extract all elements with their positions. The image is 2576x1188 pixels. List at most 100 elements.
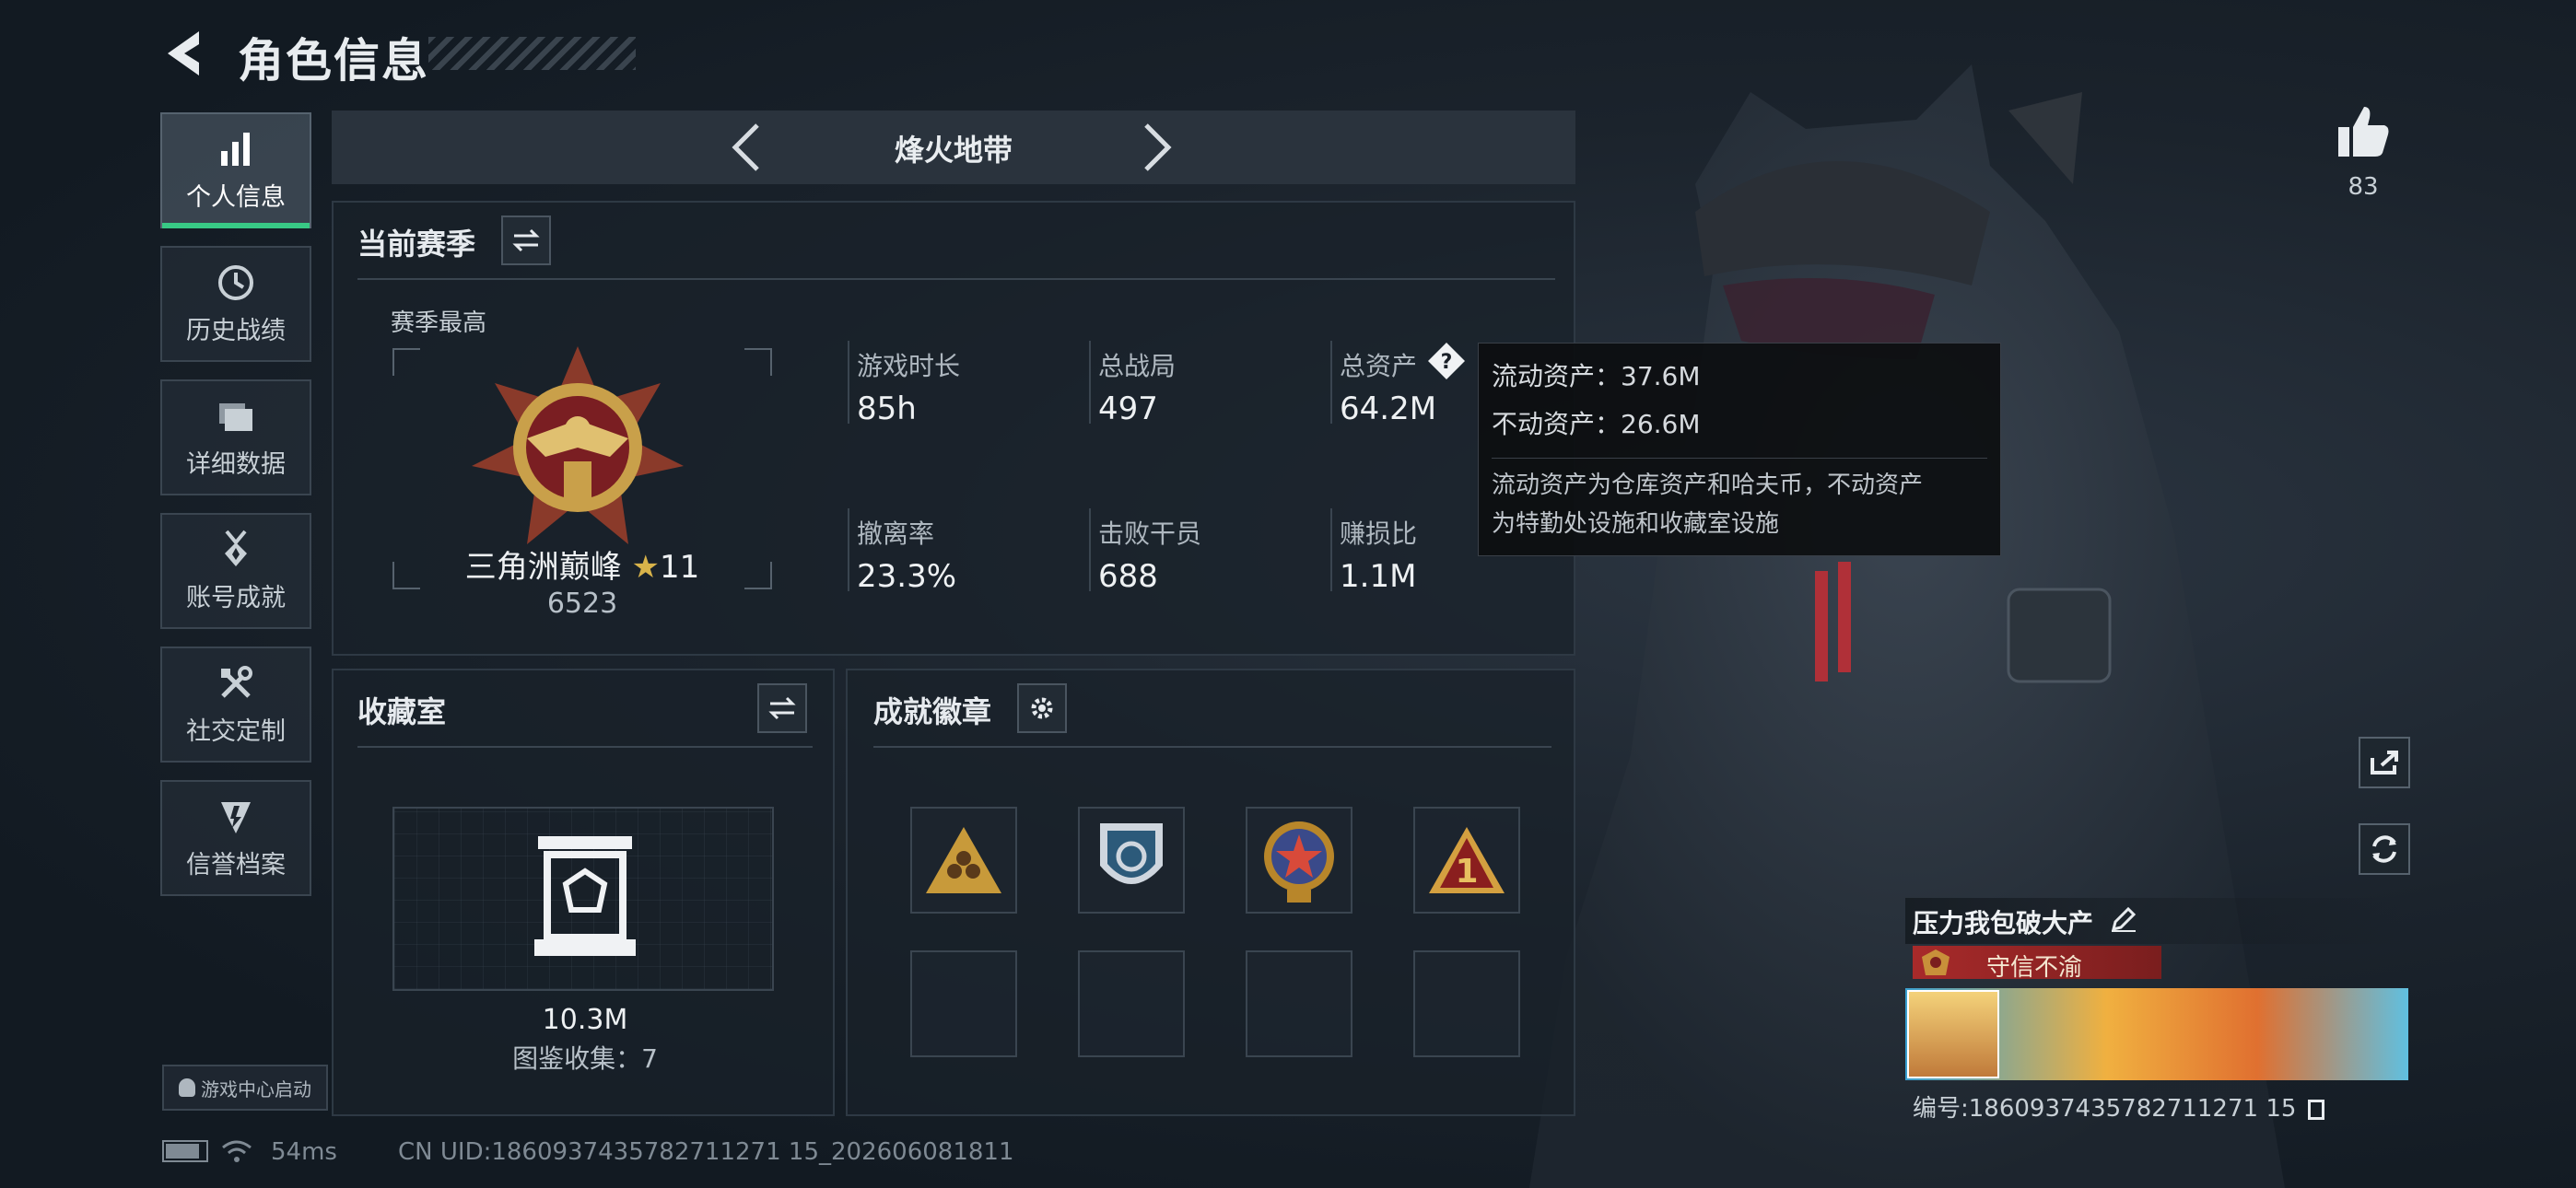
edit-name-icon[interactable]: [2110, 905, 2137, 933]
ping-text: 54ms: [271, 1138, 337, 1166]
clock-icon: [218, 264, 253, 300]
collection-title: 收藏室: [357, 694, 447, 729]
battery-icon: [162, 1140, 208, 1162]
collection-switch-button[interactable]: [757, 683, 807, 733]
badge-slot-empty[interactable]: [1078, 950, 1185, 1057]
sidebar-item-label: 社交定制: [186, 716, 286, 746]
svg-text:?: ?: [1441, 351, 1453, 374]
stat-value: 497: [1098, 390, 1158, 427]
display-case-icon: [534, 836, 636, 956]
stat-label: 赚损比: [1340, 518, 1418, 549]
asset-tooltip: 流动资产：37.6M 不动资产：26.6M 流动资产为仓库资产和哈夫币，不动资产…: [1478, 343, 2001, 556]
game-center-launch-button[interactable]: 游戏中心启动: [162, 1065, 328, 1111]
player-id: 编号:1860937435782711271 15: [1913, 1089, 2324, 1124]
sidebar-item-detail-data[interactable]: 详细数据: [160, 379, 311, 495]
rank-stars: 11: [660, 549, 700, 586]
badge-slot[interactable]: [1246, 807, 1352, 914]
badges-title: 成就徽章: [873, 694, 992, 729]
sidebar-item-social[interactable]: 社交定制: [160, 646, 311, 763]
badge-slot[interactable]: 1: [1413, 807, 1520, 914]
avatar[interactable]: [1907, 990, 1999, 1078]
sidebar-item-credit[interactable]: 信誉档案: [160, 780, 311, 896]
sidebar-item-label: 个人信息: [186, 182, 286, 212]
qq-icon: [179, 1078, 195, 1097]
badge-slot-empty[interactable]: [1413, 950, 1520, 1057]
sidebar-item-label: 账号成就: [186, 583, 286, 612]
stat-value: 688: [1098, 558, 1158, 595]
star-medal-badge-icon: [1264, 821, 1334, 903]
triangle-team-badge-icon: [926, 827, 1001, 893]
season-switch-button[interactable]: [501, 215, 551, 265]
badge-slot-empty[interactable]: [910, 950, 1017, 1057]
copy-icon[interactable]: [2307, 1099, 2324, 1120]
mode-name: 烽火地带: [894, 133, 1013, 168]
stat-label: 总资产: [1340, 351, 1418, 381]
title-decoration: [428, 37, 636, 70]
badges-settings-button[interactable]: [1017, 683, 1067, 733]
collection-display[interactable]: [392, 807, 774, 991]
profile-banner: [1905, 988, 2408, 1080]
wifi-icon: [222, 1140, 252, 1162]
rank-name-row: 三角洲巅峰 ★11: [392, 542, 772, 587]
star-icon: ★: [631, 549, 661, 586]
badge-slot[interactable]: [1078, 807, 1185, 914]
collection-value: 10.3M: [542, 1004, 628, 1036]
divider: [873, 746, 1551, 748]
tooltip-fixed-assets: 不动资产：26.6M: [1492, 409, 1701, 439]
tooltip-liquid-assets: 流动资产：37.6M: [1492, 361, 1701, 391]
stat-label: 击败干员: [1098, 518, 1202, 549]
tooltip-desc-line: 为特勤处设施和收藏室设施: [1492, 510, 1780, 538]
medal-icon: [225, 530, 247, 566]
stat-value: 64.2M: [1340, 390, 1437, 427]
question-icon: ?: [1428, 343, 1465, 379]
asset-help-button[interactable]: ?: [1428, 343, 1465, 379]
share-icon: [2371, 751, 2398, 775]
badge-slot[interactable]: [910, 807, 1017, 914]
stat-value: 23.3%: [857, 558, 957, 595]
refresh-button[interactable]: [2359, 823, 2410, 875]
credit-emblem-icon: [1922, 949, 1950, 975]
sidebar-item-label: 信誉档案: [186, 850, 286, 879]
sidebar-item-achievements[interactable]: 账号成就: [160, 513, 311, 629]
divider: [357, 746, 813, 748]
collection-catalog: 图鉴收集：7: [512, 1043, 658, 1074]
season-best-label: 赛季最高: [391, 309, 487, 337]
back-arrow-icon[interactable]: [162, 28, 208, 79]
shield-icon: [221, 801, 251, 833]
rank-score: 6523: [546, 588, 618, 620]
like-count: 83: [2348, 173, 2379, 201]
divider: [357, 278, 1555, 280]
season-panel: 当前赛季 赛季最高 三角洲巅峰 ★11 6523 游戏时长 85h 总战局 49…: [332, 201, 1575, 656]
swap-icon: [512, 228, 540, 252]
sidebar-item-label: 详细数据: [186, 449, 286, 479]
share-button[interactable]: [2359, 737, 2410, 788]
stat-label: 总战局: [1098, 351, 1177, 381]
player-name: 压力我包破大产: [1913, 908, 2094, 938]
thumbs-up-icon[interactable]: [2336, 103, 2390, 158]
sidebar-item-history[interactable]: 历史战绩: [160, 246, 311, 362]
mode-next-button[interactable]: [1139, 120, 1176, 175]
active-indicator: [162, 223, 310, 228]
player-id-text: 编号:1860937435782711271 15: [1913, 1095, 2297, 1123]
mode-selector: 烽火地带: [332, 111, 1575, 184]
uid-text: CN UID:1860937435782711271 15_2026060818…: [398, 1138, 1014, 1166]
tooltip-description: 流动资产为仓库资产和哈夫币，不动资产 为特勤处设施和收藏室设施: [1492, 458, 1987, 543]
profile-card: 压力我包破大产 守信不渝 编号:1860937435782711271 15: [1905, 898, 2408, 1123]
stat-label: 游戏时长: [857, 351, 961, 381]
rank-emblem-icon: [472, 346, 684, 544]
tooltip-desc-line: 流动资产为仓库资产和哈夫币，不动资产: [1492, 472, 1924, 499]
collection-panel: 收藏室 10.3M 图鉴收集：7: [332, 669, 835, 1116]
season-title: 当前赛季: [357, 227, 476, 262]
credit-badge: 守信不渝: [1913, 946, 2161, 982]
gear-icon: [1031, 697, 1053, 719]
badge-slot-empty[interactable]: [1246, 950, 1352, 1057]
sidebar-item-personal-info[interactable]: 个人信息: [160, 112, 311, 228]
sidebar-item-label: 历史战绩: [186, 316, 286, 345]
badges-panel: 成就徽章 1: [846, 669, 1575, 1116]
tools-icon: [221, 665, 252, 698]
refresh-icon: [2372, 835, 2396, 863]
page-title: 角色信息: [238, 34, 429, 87]
stat-value: 85h: [857, 390, 917, 427]
rank-name: 三角洲巅峰: [464, 549, 622, 586]
svg-text:1: 1: [1455, 853, 1478, 891]
